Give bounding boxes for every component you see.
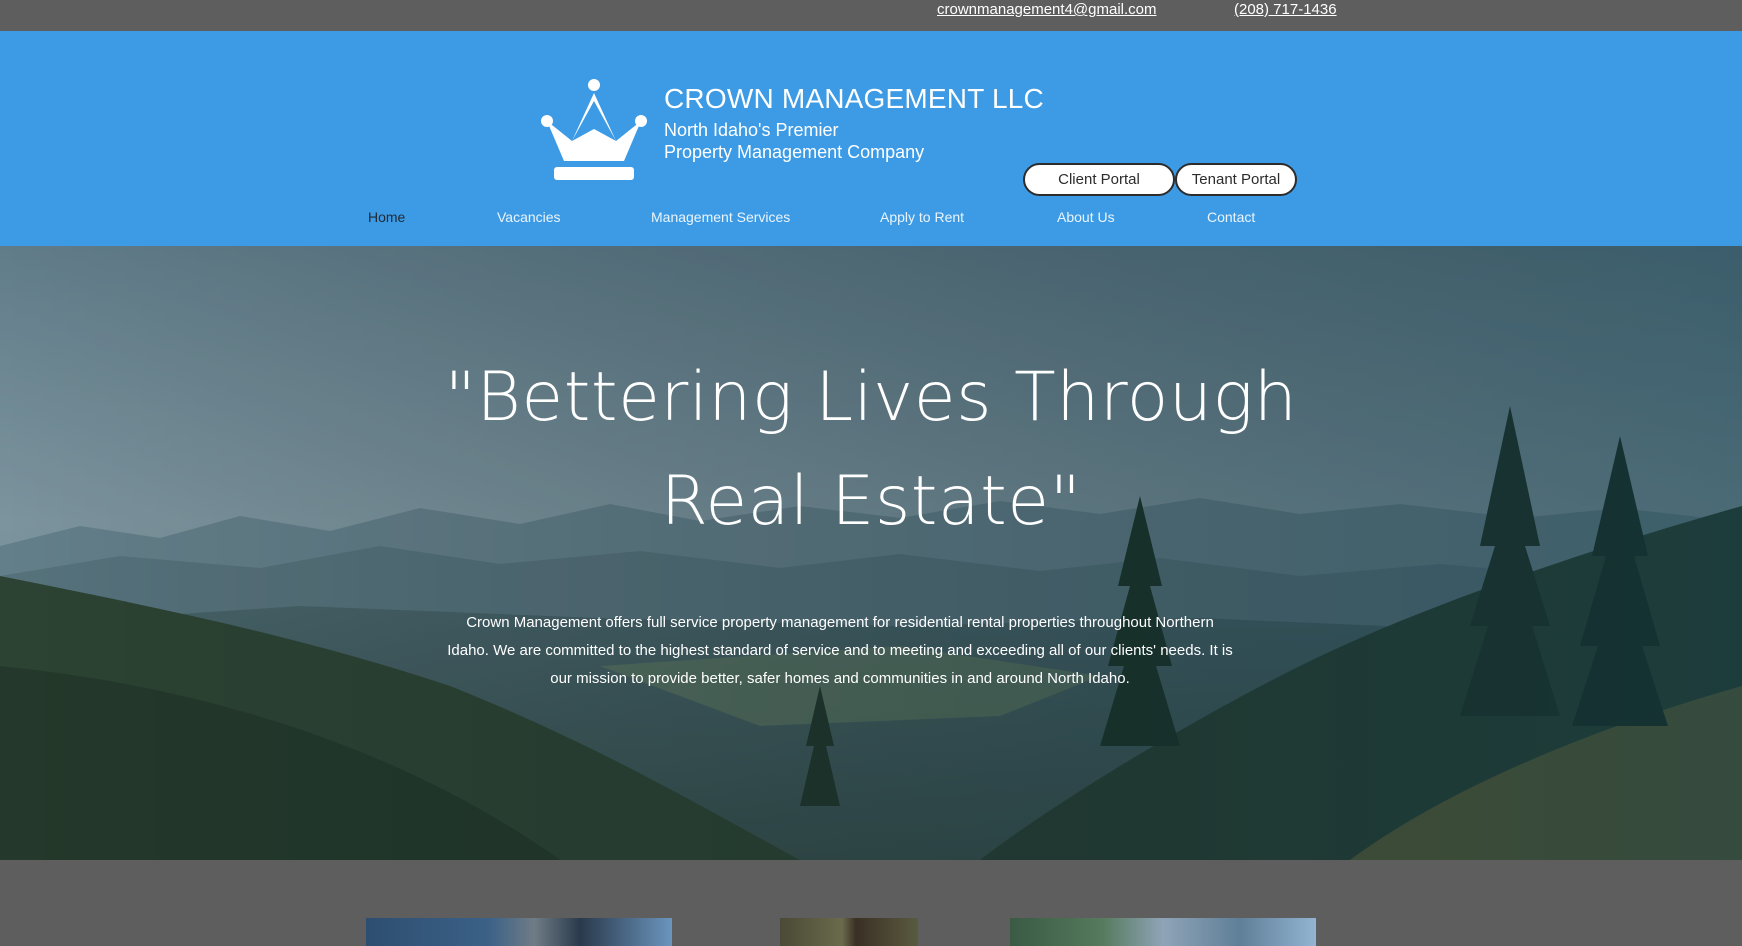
hero-section: "Bettering Lives Through Real Estate" Cr… xyxy=(0,246,1742,860)
nav-item-contact[interactable]: Contact xyxy=(1207,209,1255,225)
phone-link[interactable]: (208) 717-1436 xyxy=(1234,1,1337,18)
service-image-3[interactable] xyxy=(1010,918,1316,946)
crown-icon[interactable] xyxy=(538,75,650,185)
hero-description: Crown Management offers full service pro… xyxy=(447,614,1233,687)
hero-title: "Bettering Lives Through Real Estate" xyxy=(371,346,1371,554)
tagline-line-2: Property Management Company xyxy=(664,142,925,162)
main-nav: Home Vacancies Management Services Apply… xyxy=(0,209,1742,231)
site-header: CROWN MANAGEMENT LLC North Idaho's Premi… xyxy=(0,31,1742,246)
nav-item-management-services[interactable]: Management Services xyxy=(651,209,790,225)
services-preview-section xyxy=(0,860,1742,946)
company-tagline: North Idaho's Premier Property Managemen… xyxy=(664,119,924,163)
service-image-1[interactable] xyxy=(366,918,672,946)
service-image-2[interactable] xyxy=(780,918,918,946)
tenant-portal-button[interactable]: Tenant Portal xyxy=(1175,163,1297,196)
nav-item-home[interactable]: Home xyxy=(368,209,405,225)
company-name[interactable]: CROWN MANAGEMENT LLC xyxy=(664,83,1044,115)
nav-item-apply-to-rent[interactable]: Apply to Rent xyxy=(880,209,964,225)
hero-title-line-1: "Bettering Lives Through xyxy=(444,358,1298,437)
client-portal-button[interactable]: Client Portal xyxy=(1023,163,1175,196)
nav-item-vacancies[interactable]: Vacancies xyxy=(497,209,561,225)
email-link[interactable]: crownmanagement4@gmail.com xyxy=(937,1,1157,18)
hero-title-line-2: Real Estate" xyxy=(660,462,1082,541)
tagline-line-1: North Idaho's Premier xyxy=(664,120,839,140)
nav-item-about-us[interactable]: About Us xyxy=(1057,209,1115,225)
top-contact-bar: crownmanagement4@gmail.com (208) 717-143… xyxy=(0,0,1742,31)
